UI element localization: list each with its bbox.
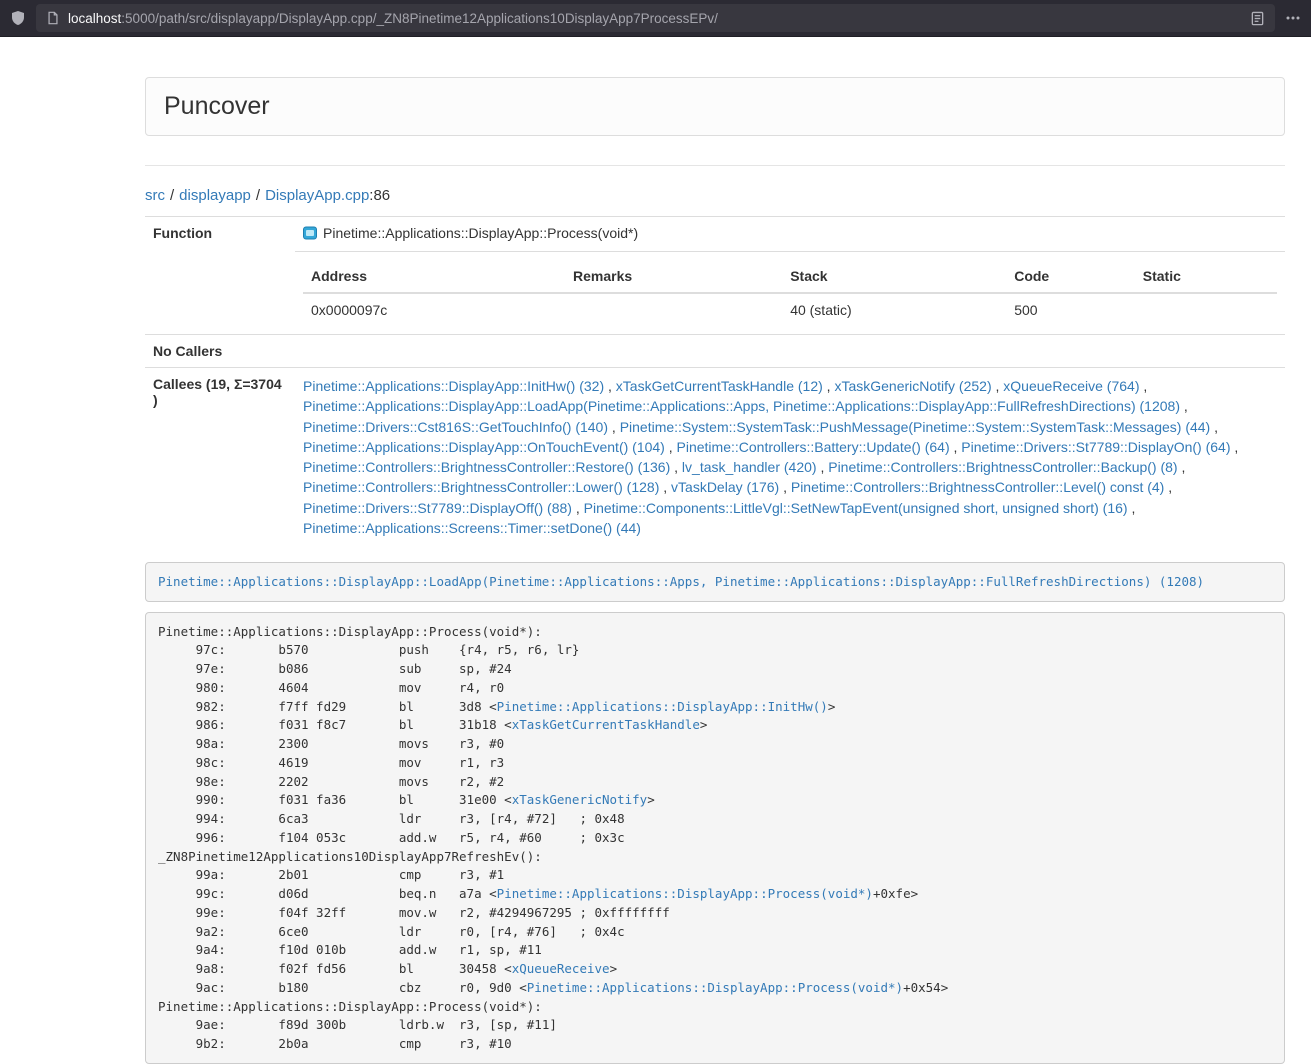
function-label: Function [145,217,295,335]
shield-icon[interactable] [10,10,26,26]
divider [145,165,1285,166]
col-stack: Stack [782,260,1006,293]
function-name-cell: Pinetime::Applications::DisplayApp::Proc… [295,217,1285,252]
metrics-values-row: 0x0000097c 40 (static) 500 [303,293,1277,326]
col-code: Code [1006,260,1135,293]
callee-link[interactable]: Pinetime::Applications::DisplayApp::OnTo… [303,439,665,455]
breadcrumb-separator: / [256,187,260,204]
reader-mode-icon[interactable] [1250,11,1265,26]
breadcrumb-src[interactable]: src [145,187,165,204]
code-symbol-link[interactable]: Pinetime::Applications::DisplayApp::Proc… [527,980,903,995]
callee-link[interactable]: Pinetime::Drivers::St7789::DisplayOff() … [303,500,572,516]
callee-link[interactable]: Pinetime::Controllers::BrightnessControl… [791,479,1164,495]
callee-link[interactable]: xQueueReceive (764) [1003,378,1139,394]
callee-link[interactable]: Pinetime::Controllers::Battery::Update()… [677,439,950,455]
highlighted-callee-box: Pinetime::Applications::DisplayApp::Load… [145,562,1285,602]
callees-list: Pinetime::Applications::DisplayApp::Init… [295,368,1285,547]
col-static: Static [1135,260,1277,293]
main-content: Puncover src / displayapp / DisplayApp.cpp:8… [145,77,1285,1064]
callee-link[interactable]: vTaskDelay (176) [671,479,779,495]
callee-link[interactable]: xTaskGetCurrentTaskHandle (12) [616,378,823,394]
metrics-row: Address Remarks Stack Code Static 0x0000… [145,252,1285,335]
callee-link[interactable]: Pinetime::Controllers::BrightnessControl… [828,459,1177,475]
callee-link[interactable]: Pinetime::Applications::DisplayApp::Init… [303,378,604,394]
metrics-header-row: Address Remarks Stack Code Static [303,260,1277,293]
col-remarks: Remarks [565,260,782,293]
col-address: Address [303,260,565,293]
callee-link[interactable]: Pinetime::Controllers::BrightnessControl… [303,479,659,495]
callee-link[interactable]: lv_task_handler (420) [682,459,817,475]
address-value: 0x0000097c [303,293,565,326]
stack-value: 40 (static) [782,293,1006,326]
callee-link[interactable]: Pinetime::System::SystemTask::PushMessag… [620,419,1211,435]
callee-link[interactable]: Pinetime::Drivers::Cst816S::GetTouchInfo… [303,419,608,435]
url-path: :5000/path/src/displayapp/DisplayApp.cpp… [121,11,718,26]
code-symbol-link[interactable]: xQueueReceive [512,961,610,976]
callee-link[interactable]: Pinetime::Applications::Screens::Timer::… [303,520,641,536]
loadapp-callee-link[interactable]: Pinetime::Applications::DisplayApp::Load… [158,574,1204,589]
code-size-value: 500 [1006,293,1135,326]
page-info-icon[interactable] [46,11,60,25]
breadcrumb-separator: / [170,187,174,204]
metrics-cell: Address Remarks Stack Code Static 0x0000… [295,252,1285,335]
code-symbol-link[interactable]: Pinetime::Applications::DisplayApp::Proc… [497,886,873,901]
breadcrumb-displayapp[interactable]: displayapp [179,187,251,204]
url-bar[interactable]: localhost:5000/path/src/displayapp/Displ… [36,4,1275,32]
callees-row: Callees (19, Σ=3704 ) Pinetime::Applicat… [145,368,1285,547]
no-callers-label: No Callers [145,335,295,368]
callee-link[interactable]: Pinetime::Components::LittleVgl::SetNewT… [584,500,1128,516]
callee-link[interactable]: Pinetime::Controllers::BrightnessControl… [303,459,670,475]
function-name: Pinetime::Applications::DisplayApp::Proc… [323,225,638,241]
callee-link[interactable]: Pinetime::Drivers::St7789::DisplayOn() (… [961,439,1230,455]
more-options-icon[interactable] [1285,10,1301,26]
callee-link[interactable]: xTaskGenericNotify (252) [834,378,991,394]
code-symbol-link[interactable]: Pinetime::Applications::DisplayApp::Init… [497,699,828,714]
app-header: Puncover [145,77,1285,136]
remarks-value [565,293,782,326]
disassembly-code: Pinetime::Applications::DisplayApp::Proc… [145,612,1285,1064]
breadcrumb-file[interactable]: DisplayApp.cpp [265,187,369,204]
function-row: Function Pinetime::Applications::Display… [145,217,1285,252]
metrics-table: Address Remarks Stack Code Static 0x0000… [303,260,1277,326]
callee-link[interactable]: Pinetime::Applications::DisplayApp::Load… [303,398,1180,414]
browser-toolbar: localhost:5000/path/src/displayapp/Displ… [0,0,1311,37]
url-text: localhost:5000/path/src/displayapp/Displ… [68,11,1242,26]
code-symbol-link[interactable]: xTaskGetCurrentTaskHandle [512,717,700,732]
function-icon [303,226,317,243]
breadcrumb: src / displayapp / DisplayApp.cpp:86 [145,187,1285,204]
no-callers-value-cell [295,335,1285,368]
static-value [1135,293,1277,326]
callees-label: Callees (19, Σ=3704 ) [145,368,295,547]
function-table: Function Pinetime::Applications::Display… [145,216,1285,546]
breadcrumb-line-number: :86 [369,187,390,204]
code-symbol-link[interactable]: xTaskGenericNotify [512,792,647,807]
no-callers-row: No Callers [145,335,1285,368]
url-host: localhost [68,11,121,26]
page-title: Puncover [164,92,1266,121]
